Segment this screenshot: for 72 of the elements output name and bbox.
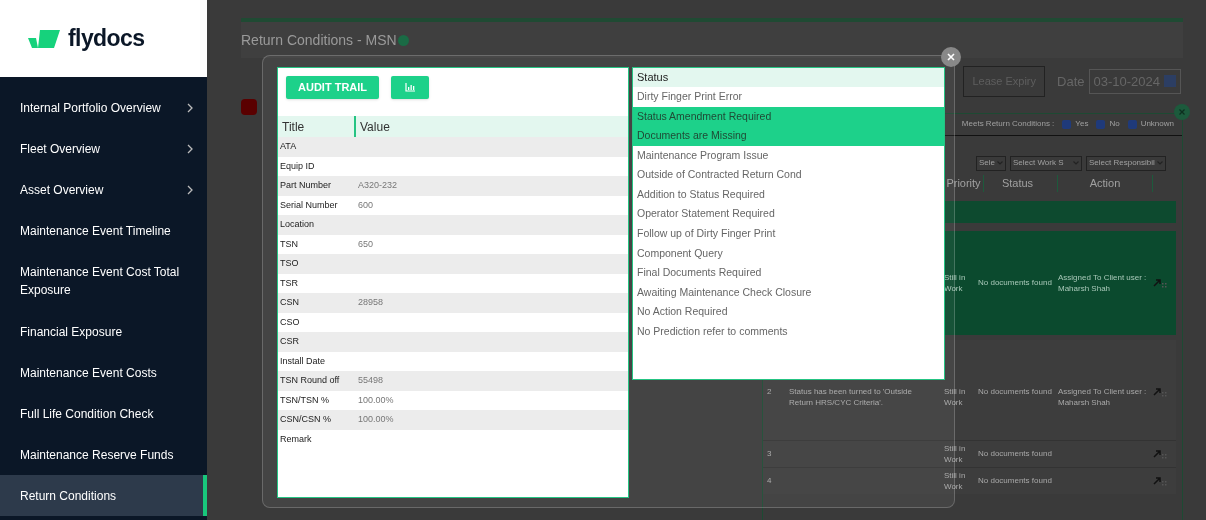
checkbox-label: Yes: [1075, 118, 1089, 130]
table-cell-text: No documents found: [978, 448, 1053, 459]
table-cell-text: Status has been turned to 'Outside Return HRS/CYC Criteria'.: [789, 385, 913, 408]
detail-value: A320-232: [357, 179, 399, 192]
status-option[interactable]: Documents are Missing: [633, 126, 944, 146]
checkbox[interactable]: [1062, 119, 1072, 129]
detail-value: 100.00%: [357, 413, 395, 426]
sidebar-item[interactable]: Full Life Condition Check: [0, 393, 207, 434]
detail-label: ATA: [279, 140, 298, 153]
sidebar-item[interactable]: Maintenance Event Timeline: [0, 210, 207, 251]
checkbox-label: No: [1109, 118, 1120, 130]
detail-label: CSO: [279, 315, 301, 329]
detail-label: Install Date: [279, 354, 327, 368]
logo-icon: [28, 29, 60, 48]
detail-label: Equip ID: [279, 159, 316, 173]
bar-chart-icon: [405, 83, 416, 92]
sidebar-item[interactable]: Maintenance Event Costs: [0, 352, 207, 393]
sidebar-item[interactable]: Financial Exposure: [0, 311, 207, 352]
sidebar-item[interactable]: Asset Overview: [0, 169, 207, 210]
table-cell-text: Still in Work: [944, 271, 967, 294]
close-icon: [947, 53, 955, 61]
status-list-header: Status: [633, 68, 944, 87]
detail-label: Serial Number: [279, 198, 339, 212]
detail-label: TSO: [279, 257, 300, 270]
table-cell-text: 3: [767, 448, 773, 459]
detail-label: TSN Round off: [279, 374, 341, 387]
chart-button[interactable]: [391, 76, 430, 99]
table-cell-text: Still in Work: [944, 385, 967, 408]
table-cell-text: No documents found: [978, 475, 1053, 486]
detail-label: CSN/CSN %: [279, 413, 332, 426]
detail-value: 100.00%: [357, 393, 395, 407]
sidebar-item[interactable]: Return Conditions: [0, 475, 207, 516]
sidebar-item[interactable]: Internal Portfolio Overview: [0, 87, 207, 128]
table-cell-text: No documents found: [978, 277, 1053, 288]
detail-label: TSR: [279, 276, 299, 290]
select-dropdown[interactable]: Select Work S: [1010, 155, 1082, 171]
select-dropdown[interactable]: Select Responsibil: [1086, 155, 1166, 171]
sidebar-item[interactable]: Fleet Overview: [0, 128, 207, 169]
detail-value: 650: [357, 237, 375, 251]
table-cell-text: No documents found: [978, 385, 1053, 397]
filter-label: Meets Return Conditions :: [961, 118, 1055, 130]
detail-value: 55498: [357, 374, 385, 387]
detail-label: Remark: [279, 432, 313, 446]
detail-label: CSR: [279, 335, 300, 348]
table-cell-text: Assigned To Client user : Maharsh Shah: [1058, 271, 1148, 294]
detail-label: TSN/TSN %: [279, 393, 330, 407]
detail-label: CSN: [279, 296, 300, 309]
detail-value: 600: [357, 198, 375, 212]
table-cell-text: Assigned To Client user : Maharsh Shah: [1058, 385, 1148, 408]
detail-value: 28958: [357, 296, 385, 309]
checkbox[interactable]: [1127, 119, 1137, 129]
select-dropdown[interactable]: Sele: [976, 155, 1006, 171]
detail-label: Part Number: [279, 179, 333, 192]
column-header: Action: [1058, 175, 1153, 192]
page-title: Return Conditions - MSN: [241, 30, 397, 50]
info-icon: [397, 34, 409, 46]
sidebar-item[interactable]: Maintenance Event Cost Total Exposure: [0, 251, 207, 311]
checkbox-label: Unknown: [1140, 118, 1174, 130]
sidebar-item[interactable]: Maintenance Reserve Funds: [0, 434, 207, 475]
detail-label: Location: [279, 218, 316, 231]
table-cell-text: 2: [767, 385, 773, 397]
close-button[interactable]: [941, 47, 961, 67]
logo-text: flydocs: [68, 24, 145, 54]
table-cell-text: Still in Work: [944, 442, 967, 465]
column-header: Value: [359, 118, 391, 136]
checkbox[interactable]: [1096, 119, 1106, 129]
status-option[interactable]: Status Amendment Required: [633, 106, 944, 127]
table-cell-text: 4: [767, 475, 773, 486]
detail-label: TSN: [279, 237, 299, 251]
table-cell-text: Still in Work: [944, 469, 967, 492]
status-flag-icon: [241, 98, 257, 115]
close-filter-icon[interactable]: [1174, 103, 1190, 120]
